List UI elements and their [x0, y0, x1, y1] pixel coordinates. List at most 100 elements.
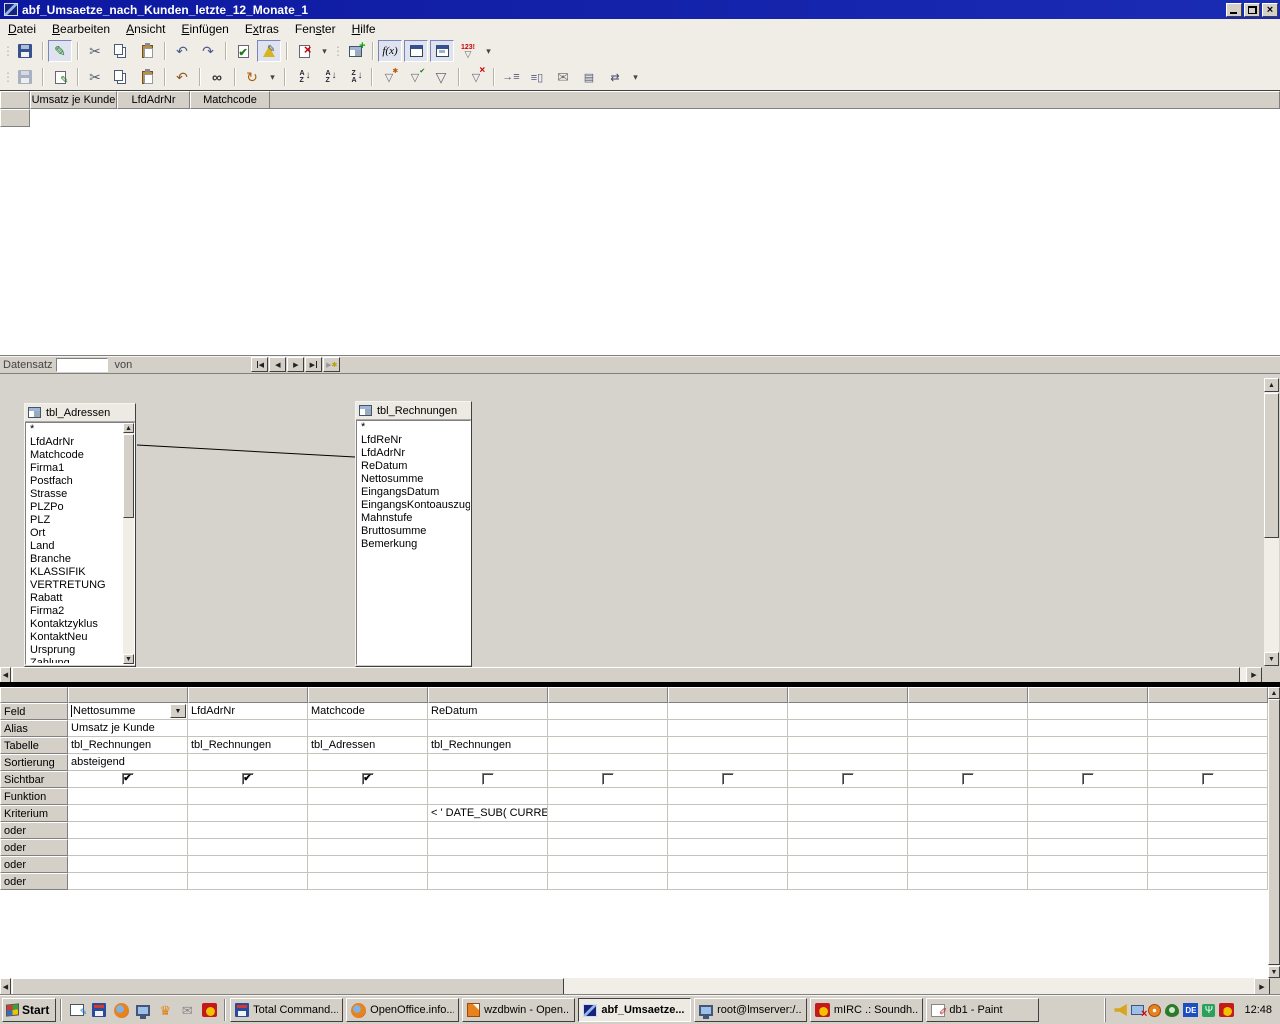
field-item[interactable]: Strasse [26, 488, 134, 501]
grid-cell-oder[interactable] [428, 822, 548, 839]
grid-cell-sortierung[interactable]: absteigend [68, 754, 188, 771]
refresh-more-button[interactable]: ▾ [266, 66, 279, 88]
grid-column-header[interactable] [1148, 687, 1268, 703]
grid-cell-oder[interactable] [428, 873, 548, 890]
grid-cell-feld[interactable] [1148, 703, 1268, 720]
grid-cell-oder[interactable] [668, 873, 788, 890]
redo-button[interactable]: ↷ [196, 40, 220, 62]
grid-cell-funktion[interactable] [308, 788, 428, 805]
more-table-options-button[interactable]: ▾ [629, 66, 642, 88]
toolbar-grip[interactable]: ⋮ [332, 44, 340, 58]
total-commander-icon[interactable] [90, 1001, 108, 1019]
grid-column-header[interactable] [548, 687, 668, 703]
grid-cell-kriterium[interactable] [788, 805, 908, 822]
grid-cell-feld[interactable]: Matchcode [308, 703, 428, 720]
field-item[interactable]: LfdAdrNr [26, 436, 134, 449]
grid-cell-alias[interactable] [428, 720, 548, 737]
scroll-right-button[interactable]: ▶ [1254, 978, 1270, 995]
table-window-titlebar[interactable]: tbl_Rechnungen [356, 402, 471, 420]
grid-cell-alias[interactable] [908, 720, 1028, 737]
grid-cell-tabelle[interactable]: tbl_Rechnungen [188, 737, 308, 754]
start-button[interactable]: Start [2, 998, 56, 1022]
grid-cell-oder[interactable] [188, 856, 308, 873]
sort-descending-button[interactable]: ZA [342, 66, 366, 88]
visible-checkbox[interactable] [482, 773, 494, 785]
grid-column-header[interactable] [1028, 687, 1148, 703]
field-item[interactable]: Postfach [26, 475, 134, 488]
field-item[interactable]: Kontaktzyklus [26, 618, 134, 631]
grid-cell-kriterium[interactable] [1148, 805, 1268, 822]
last-record-button[interactable]: ▶ [305, 357, 322, 372]
grid-cell-tabelle[interactable] [548, 737, 668, 754]
field-item[interactable]: Matchcode [26, 449, 134, 462]
data-to-fields-button[interactable] [525, 66, 549, 88]
grid-cell-oder[interactable] [188, 822, 308, 839]
grid-cell-oder[interactable] [308, 839, 428, 856]
grid-cell-funktion[interactable] [668, 788, 788, 805]
grid-column-header[interactable] [188, 687, 308, 703]
run-query-button[interactable] [231, 40, 255, 62]
menu-ansicht[interactable]: Ansicht [118, 20, 173, 37]
undo-button[interactable]: ↶ [170, 40, 194, 62]
distinct-values-button[interactable]: 123!▽ [456, 40, 480, 62]
grid-cell-kriterium[interactable]: < ' DATE_SUB( CURREN [428, 805, 548, 822]
sort-button[interactable]: AZ [290, 66, 314, 88]
grid-cell-alias[interactable] [1148, 720, 1268, 737]
field-item[interactable]: LfdReNr [357, 434, 470, 447]
menu-bearbeiten[interactable]: Bearbeiten [44, 20, 118, 37]
scroll-up-button[interactable]: ▲ [1268, 687, 1280, 699]
cut2-button[interactable]: ✂ [83, 66, 107, 88]
visible-cell[interactable] [1028, 771, 1148, 788]
grid-cell-oder[interactable] [1148, 839, 1268, 856]
paste2-button[interactable] [135, 66, 159, 88]
visible-checkbox[interactable] [962, 773, 974, 785]
undo-data-button[interactable]: ↶ [170, 66, 194, 88]
grid-cell-oder[interactable] [548, 822, 668, 839]
grid-cell-funktion[interactable] [788, 788, 908, 805]
grid-cell-funktion[interactable] [68, 788, 188, 805]
grid-cell-alias[interactable] [188, 720, 308, 737]
field-item[interactable]: EingangsKontoauszug [357, 499, 470, 512]
grid-cell-feld[interactable] [668, 703, 788, 720]
grid-cell-oder[interactable] [788, 822, 908, 839]
field-item[interactable]: KLASSIFIK [26, 566, 134, 579]
grid-cell-tabelle[interactable] [668, 737, 788, 754]
grid-cell-sortierung[interactable] [188, 754, 308, 771]
usb-device-icon[interactable]: Ψ [1202, 1004, 1215, 1017]
visible-cell[interactable] [668, 771, 788, 788]
grid-corner-cell[interactable] [0, 687, 68, 703]
field-item[interactable]: LfdAdrNr [357, 447, 470, 460]
preview-corner-cell[interactable] [0, 91, 30, 109]
preview-row-selector[interactable] [0, 109, 30, 127]
minimize-button[interactable] [1226, 3, 1242, 17]
grid-cell-oder[interactable] [428, 856, 548, 873]
grid-cell-tabelle[interactable] [1148, 737, 1268, 754]
field-item[interactable]: Bruttosumme [357, 525, 470, 538]
grid-cell-funktion[interactable] [1028, 788, 1148, 805]
show-desktop-icon[interactable] [68, 1001, 86, 1019]
grid-cell-oder[interactable] [908, 856, 1028, 873]
edit-button[interactable]: ✎ [48, 40, 72, 62]
grid-cell-alias[interactable] [1028, 720, 1148, 737]
grid-cell-oder[interactable] [668, 839, 788, 856]
mail-icon[interactable]: ✉ [178, 1001, 196, 1019]
grid-cell-tabelle[interactable]: tbl_Rechnungen [68, 737, 188, 754]
grid-cell-kriterium[interactable] [68, 805, 188, 822]
taskbar-button[interactable]: mIRC .: Soundh... [810, 998, 923, 1022]
grid-horizontal-scrollbar[interactable]: ◀ ▶ [0, 978, 1270, 995]
grid-cell-funktion[interactable] [908, 788, 1028, 805]
grid-cell-alias[interactable]: Umsatz je Kunde [68, 720, 188, 737]
field-item[interactable]: Ursprung [26, 644, 134, 657]
scroll-thumb[interactable] [1264, 393, 1279, 538]
grid-cell-sortierung[interactable] [308, 754, 428, 771]
first-record-button[interactable]: ◀ [251, 357, 268, 372]
table-window-rechnungen[interactable]: tbl_Rechnungen *LfdReNrLfdAdrNrReDatumNe… [355, 401, 472, 667]
grid-column-header[interactable] [68, 687, 188, 703]
visible-cell[interactable]: ✔ [188, 771, 308, 788]
field-item[interactable]: Land [26, 540, 134, 553]
grid-cell-sortierung[interactable] [548, 754, 668, 771]
scroll-thumb[interactable] [123, 434, 134, 518]
preview-column-header[interactable]: Matchcode [190, 91, 270, 109]
grid-cell-funktion[interactable] [548, 788, 668, 805]
grid-cell-oder[interactable] [1028, 822, 1148, 839]
